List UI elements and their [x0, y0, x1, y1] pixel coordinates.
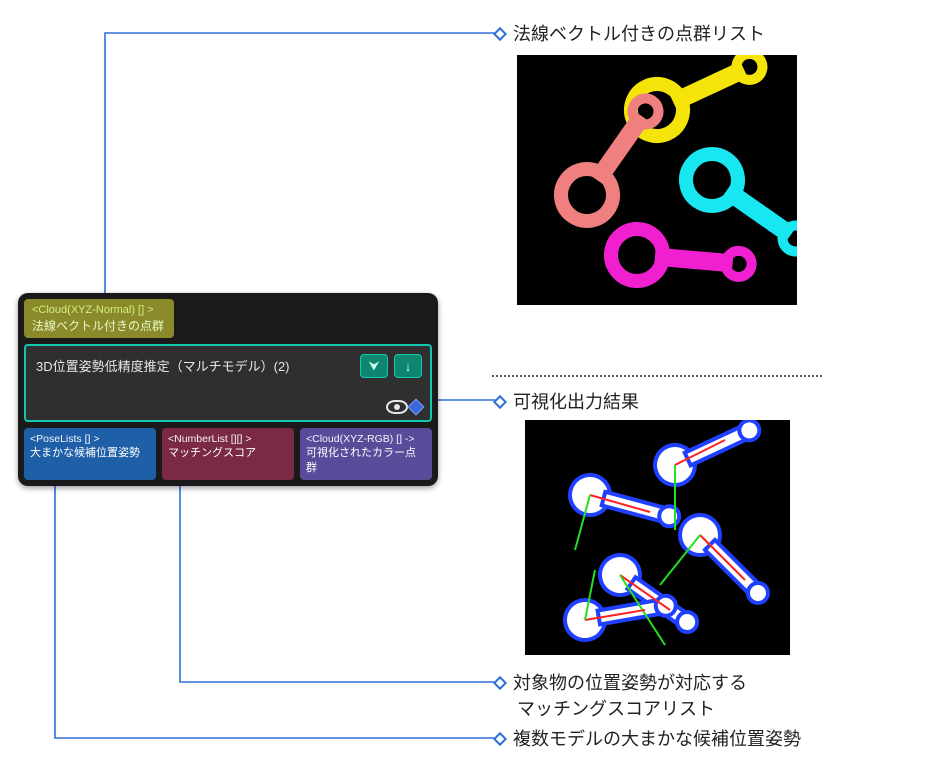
annotation-score: 対象物の位置姿勢が対応する マッチングスコアリスト — [495, 670, 747, 722]
output-port-type: <Cloud(XYZ-RGB) [] -> — [306, 432, 426, 446]
output-port-scores[interactable]: <NumberList [][] > マッチングスコア — [162, 428, 294, 480]
annotation-top-text: 法線ベクトル付きの点群リスト — [513, 24, 765, 44]
output-port-cloud[interactable]: <Cloud(XYZ-RGB) [] -> 可視化されたカラー点群 — [300, 428, 432, 480]
posecloud-svg — [525, 420, 790, 655]
down-arrow-button[interactable]: ↓ — [394, 354, 422, 378]
step-node: <Cloud(XYZ-Normal) [] > 法線ベクトル付きの点群 3D位置… — [18, 293, 438, 486]
arrow-down-icon: ↓ — [405, 359, 412, 374]
input-port[interactable]: <Cloud(XYZ-Normal) [] > 法線ベクトル付きの点群 — [24, 299, 174, 338]
thumbnail-posecloud — [525, 420, 790, 655]
node-body[interactable]: 3D位置姿勢低精度推定（マルチモデル）(2) ⮟ ↓ — [24, 344, 432, 422]
bullet-icon — [493, 676, 507, 690]
output-port-label: 可視化されたカラー点群 — [306, 446, 426, 476]
annotation-vis-text: 可視化出力結果 — [513, 392, 639, 412]
input-port-type: <Cloud(XYZ-Normal) [] > — [32, 303, 166, 318]
expand-button[interactable]: ⮟ — [360, 354, 388, 378]
segmented-parts-svg — [517, 55, 797, 305]
output-port-type: <PoseLists [] > — [30, 432, 150, 446]
bullet-icon — [493, 27, 507, 41]
output-port-label: 大まかな候補位置姿勢 — [30, 446, 150, 461]
output-port-label: マッチングスコア — [168, 446, 288, 461]
output-port-poses[interactable]: <PoseLists [] > 大まかな候補位置姿勢 — [24, 428, 156, 480]
annotation-pose-text: 複数モデルの大まかな候補位置姿勢 — [513, 729, 801, 749]
diamond-icon — [408, 399, 425, 416]
annotation-score-line2: マッチングスコアリスト — [517, 696, 715, 722]
annotation-score-line1: 対象物の位置姿勢が対応する — [513, 673, 747, 693]
annotation-top: 法線ベクトル付きの点群リスト — [495, 21, 765, 47]
eye-icon — [386, 400, 408, 414]
annotation-vis: 可視化出力結果 — [495, 389, 639, 415]
bullet-icon — [493, 732, 507, 746]
divider-dotted — [492, 375, 822, 377]
visualize-toggle[interactable] — [386, 400, 422, 414]
annotation-pose: 複数モデルの大まかな候補位置姿勢 — [495, 726, 801, 752]
output-port-type: <NumberList [][] > — [168, 432, 288, 446]
thumbnail-segmented — [517, 55, 797, 305]
output-ports: <PoseLists [] > 大まかな候補位置姿勢 <NumberList [… — [24, 428, 432, 480]
bullet-icon — [493, 395, 507, 409]
chevron-down-icon: ⮟ — [368, 358, 379, 374]
input-port-label: 法線ベクトル付きの点群 — [32, 318, 166, 334]
